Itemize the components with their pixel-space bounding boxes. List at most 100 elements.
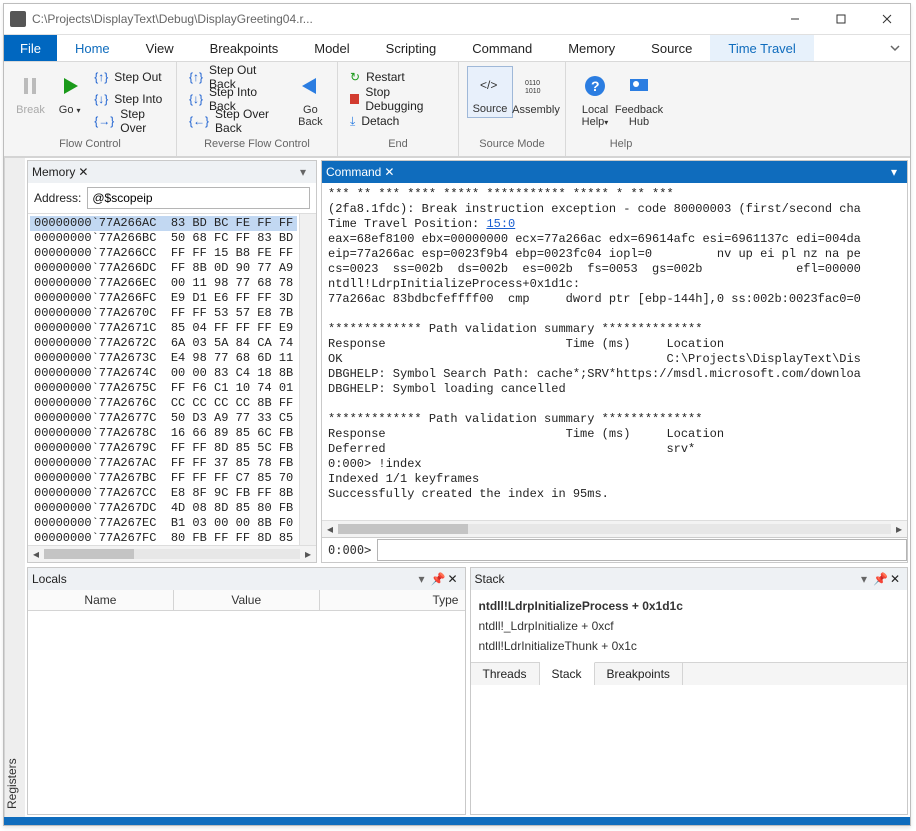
- svg-text:?: ?: [591, 78, 600, 94]
- tab-scripting[interactable]: Scripting: [368, 35, 455, 61]
- locals-body: [28, 611, 465, 814]
- stack-frame[interactable]: ntdll!LdrpInitializeProcess + 0x1d1c: [479, 596, 900, 616]
- step-over-back-label: Step Over Back: [215, 107, 286, 135]
- memory-row[interactable]: 00000000`77A266DC FF 8B 0D 90 77 A9: [30, 261, 297, 276]
- memory-row[interactable]: 00000000`77A2673C E4 98 77 68 6D 11: [30, 351, 297, 366]
- memory-row[interactable]: 00000000`77A2679C FF FF 8D 85 5C FB: [30, 441, 297, 456]
- close-button[interactable]: [864, 4, 910, 34]
- tab-view[interactable]: View: [128, 35, 192, 61]
- memory-row[interactable]: 00000000`77A267DC 4D 08 8D 85 80 FB: [30, 501, 297, 516]
- memory-row[interactable]: 00000000`77A2676C CC CC CC CC 8B FF: [30, 396, 297, 411]
- title-bar: C:\Projects\DisplayText\Debug\DisplayGre…: [4, 4, 910, 35]
- restart-label: Restart: [366, 70, 405, 84]
- memory-row[interactable]: 00000000`77A267BC FF FF FF C7 85 70: [30, 471, 297, 486]
- tab-breakpoints[interactable]: Breakpoints: [192, 35, 297, 61]
- locals-col-value[interactable]: Value: [174, 590, 320, 610]
- ribbon: Break Go ▾ {↑}Step Out {↓}Step Into {→}S…: [4, 62, 910, 157]
- file-menu[interactable]: File: [4, 35, 57, 61]
- source-mode-group-label: Source Mode: [459, 138, 565, 156]
- source-mode-button[interactable]: </> Source: [467, 66, 513, 118]
- locals-close-icon[interactable]: ✕: [445, 572, 461, 586]
- tab-time-travel[interactable]: Time Travel: [710, 35, 813, 61]
- command-options-icon[interactable]: ▾: [891, 165, 903, 179]
- memory-row[interactable]: 00000000`77A2675C FF F6 C1 10 74 01: [30, 381, 297, 396]
- break-button[interactable]: Break: [12, 66, 49, 116]
- stack-frame[interactable]: ntdll!_LdrpInitialize + 0xcf: [479, 616, 900, 636]
- stack-options-icon[interactable]: ▾: [861, 572, 873, 586]
- locals-col-type[interactable]: Type: [320, 590, 465, 610]
- memory-options-icon[interactable]: ▾: [300, 165, 312, 179]
- memory-row[interactable]: 00000000`77A2678C 16 66 89 85 6C FB: [30, 426, 297, 441]
- svg-text:1010: 1010: [525, 88, 541, 95]
- memory-row[interactable]: 00000000`77A2674C 00 00 83 C4 18 8B: [30, 366, 297, 381]
- go-back-button[interactable]: Go Back: [292, 66, 329, 128]
- feedback-hub-button[interactable]: Feedback Hub: [618, 66, 660, 128]
- address-label: Address:: [34, 191, 81, 205]
- registers-tab[interactable]: Registers: [4, 158, 25, 817]
- memory-row[interactable]: 00000000`77A2672C 6A 03 5A 84 CA 74: [30, 336, 297, 351]
- feedback-label: Feedback Hub: [615, 104, 663, 128]
- memory-row[interactable]: 00000000`77A266BC 50 68 FC FF 83 BD: [30, 231, 297, 246]
- locals-pin-icon[interactable]: 📌: [431, 572, 445, 586]
- bottom-tab-threads[interactable]: Threads: [471, 663, 540, 685]
- stack-list[interactable]: ntdll!LdrpInitializeProcess + 0x1d1cntdl…: [471, 590, 908, 662]
- break-label: Break: [16, 104, 45, 116]
- reverse-flow-group-label: Reverse Flow Control: [177, 138, 337, 156]
- memory-row[interactable]: 00000000`77A267AC FF FF 37 85 78 FB: [30, 456, 297, 471]
- memory-list[interactable]: 00000000`77A266AC 83 BD BC FE FF FF00000…: [28, 214, 299, 545]
- locals-header: Locals ▾ 📌 ✕: [28, 568, 465, 590]
- command-header: Command ✕ ▾: [322, 161, 907, 183]
- tab-home[interactable]: Home: [57, 35, 128, 61]
- locals-options-icon[interactable]: ▾: [419, 572, 431, 586]
- memory-close-icon[interactable]: ✕: [75, 165, 91, 179]
- ribbon-collapse-icon[interactable]: [880, 35, 910, 61]
- svg-text:0110: 0110: [525, 80, 540, 87]
- step-into-label: Step Into: [114, 92, 162, 106]
- tab-command[interactable]: Command: [454, 35, 550, 61]
- memory-row[interactable]: 00000000`77A266CC FF FF 15 B8 FE FF: [30, 246, 297, 261]
- bottom-tab-breakpoints[interactable]: Breakpoints: [595, 663, 683, 685]
- stop-label: Stop Debugging: [365, 85, 446, 113]
- memory-title: Memory: [32, 165, 75, 179]
- stack-close-icon[interactable]: ✕: [887, 572, 903, 586]
- memory-row[interactable]: 00000000`77A266EC 00 11 98 77 68 78: [30, 276, 297, 291]
- memory-hscroll[interactable]: ◂▸: [28, 545, 316, 562]
- memory-row[interactable]: 00000000`77A267EC B1 03 00 00 8B F0: [30, 516, 297, 531]
- memory-header: Memory ✕ ▾: [28, 161, 316, 183]
- help-group-label: Help: [566, 138, 676, 156]
- step-over-back-button[interactable]: {←}Step Over Back: [185, 110, 290, 132]
- step-out-button[interactable]: {↑}Step Out: [90, 66, 168, 88]
- assembly-mode-button[interactable]: 01101010 Assembly: [515, 66, 557, 116]
- command-output[interactable]: *** ** *** **** ***** *********** ***** …: [322, 183, 907, 520]
- tab-memory[interactable]: Memory: [550, 35, 633, 61]
- maximize-button[interactable]: [818, 4, 864, 34]
- go-button[interactable]: Go ▾: [51, 66, 88, 117]
- command-close-icon[interactable]: ✕: [381, 165, 397, 179]
- command-hscroll[interactable]: ◂▸: [322, 520, 907, 537]
- detach-button[interactable]: ⤓Detach: [346, 110, 450, 132]
- memory-row[interactable]: 00000000`77A266AC 83 BD BC FE FF FF: [30, 216, 297, 231]
- minimize-button[interactable]: [772, 4, 818, 34]
- memory-row[interactable]: 00000000`77A267FC 80 FB FF FF 8D 85: [30, 531, 297, 545]
- address-input[interactable]: [87, 187, 310, 209]
- tab-source[interactable]: Source: [633, 35, 710, 61]
- stack-frame[interactable]: ntdll!LdrInitializeThunk + 0x1c: [479, 636, 900, 656]
- memory-row[interactable]: 00000000`77A2677C 50 D3 A9 77 33 C5: [30, 411, 297, 426]
- tab-model[interactable]: Model: [296, 35, 367, 61]
- locals-col-name[interactable]: Name: [28, 590, 174, 610]
- command-input[interactable]: [377, 539, 907, 561]
- bottom-tab-stack[interactable]: Stack: [540, 662, 595, 685]
- memory-scrollbar[interactable]: [299, 214, 316, 545]
- step-out-label: Step Out: [114, 70, 161, 84]
- memory-row[interactable]: 00000000`77A2670C FF FF 53 57 E8 7B: [30, 306, 297, 321]
- memory-row[interactable]: 00000000`77A2671C 85 04 FF FF FF E9: [30, 321, 297, 336]
- stop-debugging-button[interactable]: Stop Debugging: [346, 88, 450, 110]
- step-over-button[interactable]: {→}Step Over: [90, 110, 168, 132]
- memory-row[interactable]: 00000000`77A266FC E9 D1 E6 FF FF 3D: [30, 291, 297, 306]
- app-icon: [10, 11, 26, 27]
- local-help-button[interactable]: ? Local Help▾: [574, 66, 616, 129]
- go-back-label: Go Back: [298, 104, 322, 128]
- memory-row[interactable]: 00000000`77A267CC E8 8F 9C FB FF 8B: [30, 486, 297, 501]
- stack-pin-icon[interactable]: 📌: [873, 572, 887, 586]
- step-over-label: Step Over: [120, 107, 164, 135]
